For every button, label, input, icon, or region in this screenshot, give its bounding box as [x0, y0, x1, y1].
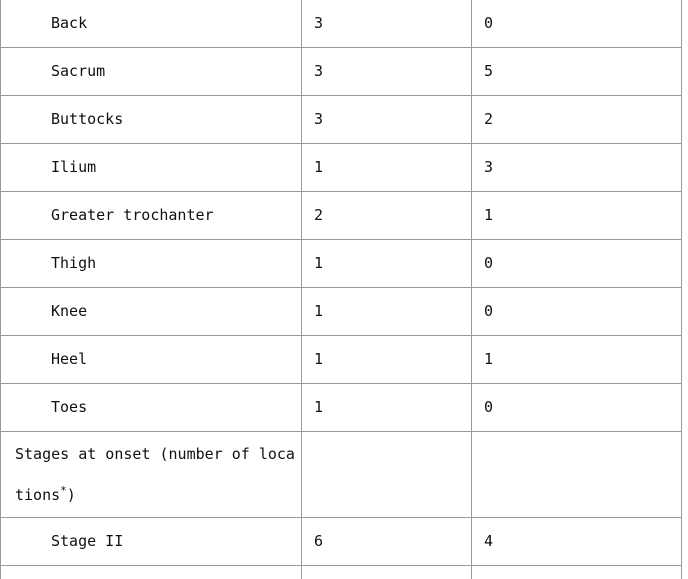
cell-value-col2: 1	[471, 335, 682, 384]
row-label: Greater trochanter	[0, 191, 302, 240]
cell-value-col2: 0	[471, 239, 682, 288]
cell-value-col1: 1	[301, 239, 472, 288]
row-header-label: Stages at onset (number of locations*)	[0, 431, 302, 518]
cell-value-col1: 3	[301, 47, 472, 96]
row-label: Toes	[0, 383, 302, 432]
cell-value-col2: 0	[471, 287, 682, 336]
cell-value-col2	[471, 431, 682, 518]
table-row: Heel 1 1	[0, 335, 682, 384]
table-row: Knee 1 0	[0, 287, 682, 336]
row-label-text: Thigh	[51, 254, 97, 272]
cell-value-col1	[301, 431, 472, 518]
row-label-text: Heel	[51, 350, 88, 368]
cell-value-col2: 3	[471, 143, 682, 192]
table-row: Stage III108	[0, 565, 682, 579]
row-label: Thigh	[0, 239, 302, 288]
cell-value-col1: 2	[301, 191, 472, 240]
row-label-text: Knee	[51, 302, 88, 320]
row-label: Back	[0, 0, 302, 48]
table-body: Back 3 0 Sacrum 3 5 Buttocks 3 2 Ilium 1 3 Greater t…	[0, 0, 682, 579]
table-row: Stages at onset (number of locations*)	[0, 431, 682, 518]
row-label-text: Stage II	[51, 532, 124, 550]
cell-value-col2: 2	[471, 95, 682, 144]
row-label: Heel	[0, 335, 302, 384]
row-label: Ilium	[0, 143, 302, 192]
cell-value-col1: 6	[301, 517, 472, 566]
row-label: Sacrum	[0, 47, 302, 96]
cell-value-col1: 3	[301, 95, 472, 144]
row-label-text: Ilium	[51, 158, 97, 176]
cell-value-col1: 1	[301, 143, 472, 192]
row-label: Knee	[0, 287, 302, 336]
row-label-suffix: )	[66, 485, 76, 504]
cell-value-col1: 10	[301, 565, 472, 579]
cell-value-col1: 3	[301, 0, 472, 48]
row-label-text: Greater trochanter	[51, 206, 214, 224]
row-label-text: Stages at onset (number of locations	[15, 444, 295, 504]
row-label-text: Sacrum	[51, 62, 106, 80]
table-row: Toes 1 0	[0, 383, 682, 432]
cell-value-col2: 0	[471, 383, 682, 432]
cell-value-col2: 8	[471, 565, 682, 579]
row-label: Buttocks	[0, 95, 302, 144]
cell-value-col2: 1	[471, 191, 682, 240]
footnote-asterisk: *	[60, 483, 67, 497]
cell-value-col1: 1	[301, 335, 472, 384]
table-row: Greater trochanter 2 1	[0, 191, 682, 240]
clinical-data-table: Back 3 0 Sacrum 3 5 Buttocks 3 2 Ilium 1 3 Greater t…	[0, 0, 682, 579]
cell-value-col2: 4	[471, 517, 682, 566]
row-label-text: Buttocks	[51, 110, 124, 128]
table-container: Back 3 0 Sacrum 3 5 Buttocks 3 2 Ilium 1 3 Greater t…	[0, 0, 688, 579]
row-label-text: Back	[51, 14, 88, 32]
table-row: Back 3 0	[0, 0, 682, 48]
table-row: Stage II 6 4	[0, 517, 682, 566]
row-label: Stage III	[0, 565, 302, 579]
table-row: Ilium 1 3	[0, 143, 682, 192]
cell-value-col1: 1	[301, 287, 472, 336]
table-row: Sacrum 3 5	[0, 47, 682, 96]
row-label: Stage II	[0, 517, 302, 566]
cell-value-col1: 1	[301, 383, 472, 432]
table-row: Buttocks 3 2	[0, 95, 682, 144]
cell-value-col2: 0	[471, 0, 682, 48]
table-row: Thigh 1 0	[0, 239, 682, 288]
cell-value-col2: 5	[471, 47, 682, 96]
row-label-text: Toes	[51, 398, 88, 416]
